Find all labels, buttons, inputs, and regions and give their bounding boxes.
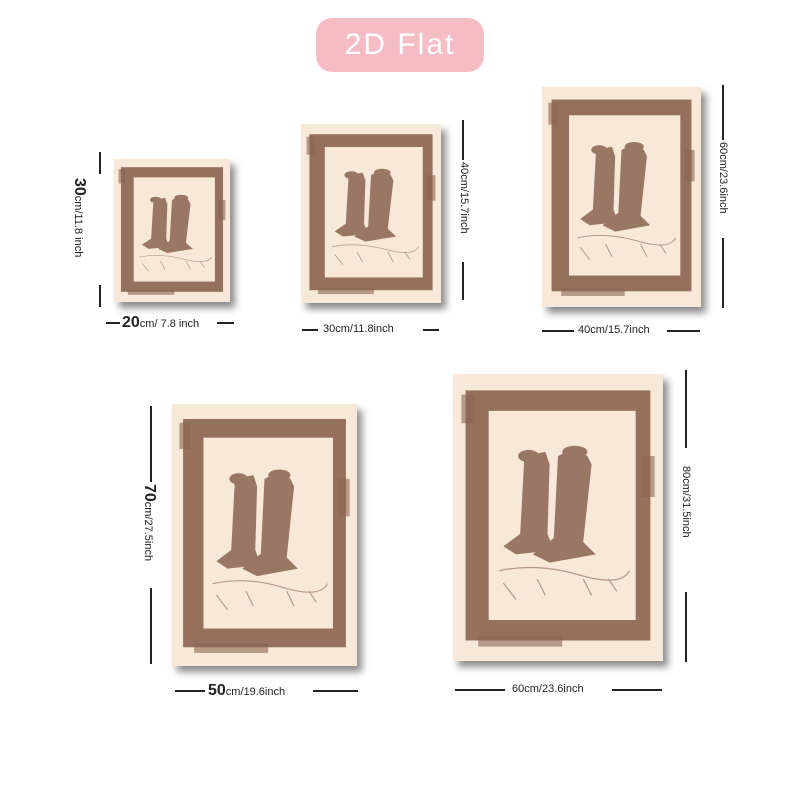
width-dimension-line xyxy=(106,322,120,324)
poster-size-2 xyxy=(301,124,441,303)
height-dimension-line xyxy=(685,370,687,448)
height-label: 40cm/15.7inch xyxy=(458,162,470,234)
height-dimension-line xyxy=(150,406,152,482)
width-dimension-line xyxy=(302,329,318,331)
height-dimension-line xyxy=(722,85,724,140)
height-dimension-line xyxy=(99,285,101,307)
poster-size-4 xyxy=(172,404,357,666)
width-label: 50cm/19.6inch xyxy=(208,682,286,699)
height-dimension-line xyxy=(462,120,464,160)
height-dimension-line xyxy=(685,592,687,662)
width-dimension-line xyxy=(313,690,358,692)
height-dimension-line xyxy=(99,152,101,174)
width-dimension-line xyxy=(175,690,205,692)
width-dimension-line xyxy=(423,329,439,331)
width-label: 60cm/23.6inch xyxy=(512,683,584,695)
width-dimension-line xyxy=(667,330,700,332)
poster-size-3 xyxy=(542,87,701,307)
height-label: 30cm/11.8 inch xyxy=(71,178,88,258)
height-label: 70cm/27.5inch xyxy=(141,484,158,562)
height-dimension-line xyxy=(722,238,724,308)
poster-size-5 xyxy=(453,374,663,661)
width-label: 20cm/ 7.8 inch xyxy=(122,314,200,331)
width-dimension-line xyxy=(542,330,574,332)
width-dimension-line xyxy=(612,689,662,691)
width-label: 30cm/11.8inch xyxy=(323,323,394,335)
view-mode-badge: 2D Flat xyxy=(316,18,484,72)
height-dimension-line xyxy=(150,588,152,664)
height-label: 80cm/31.5inch xyxy=(680,466,692,538)
width-dimension-line xyxy=(455,689,505,691)
height-dimension-line xyxy=(462,262,464,300)
height-label: 60cm/23.6inch xyxy=(717,142,729,214)
width-dimension-line xyxy=(217,322,234,324)
width-label: 40cm/15.7inch xyxy=(578,324,650,336)
poster-size-1 xyxy=(114,159,230,302)
